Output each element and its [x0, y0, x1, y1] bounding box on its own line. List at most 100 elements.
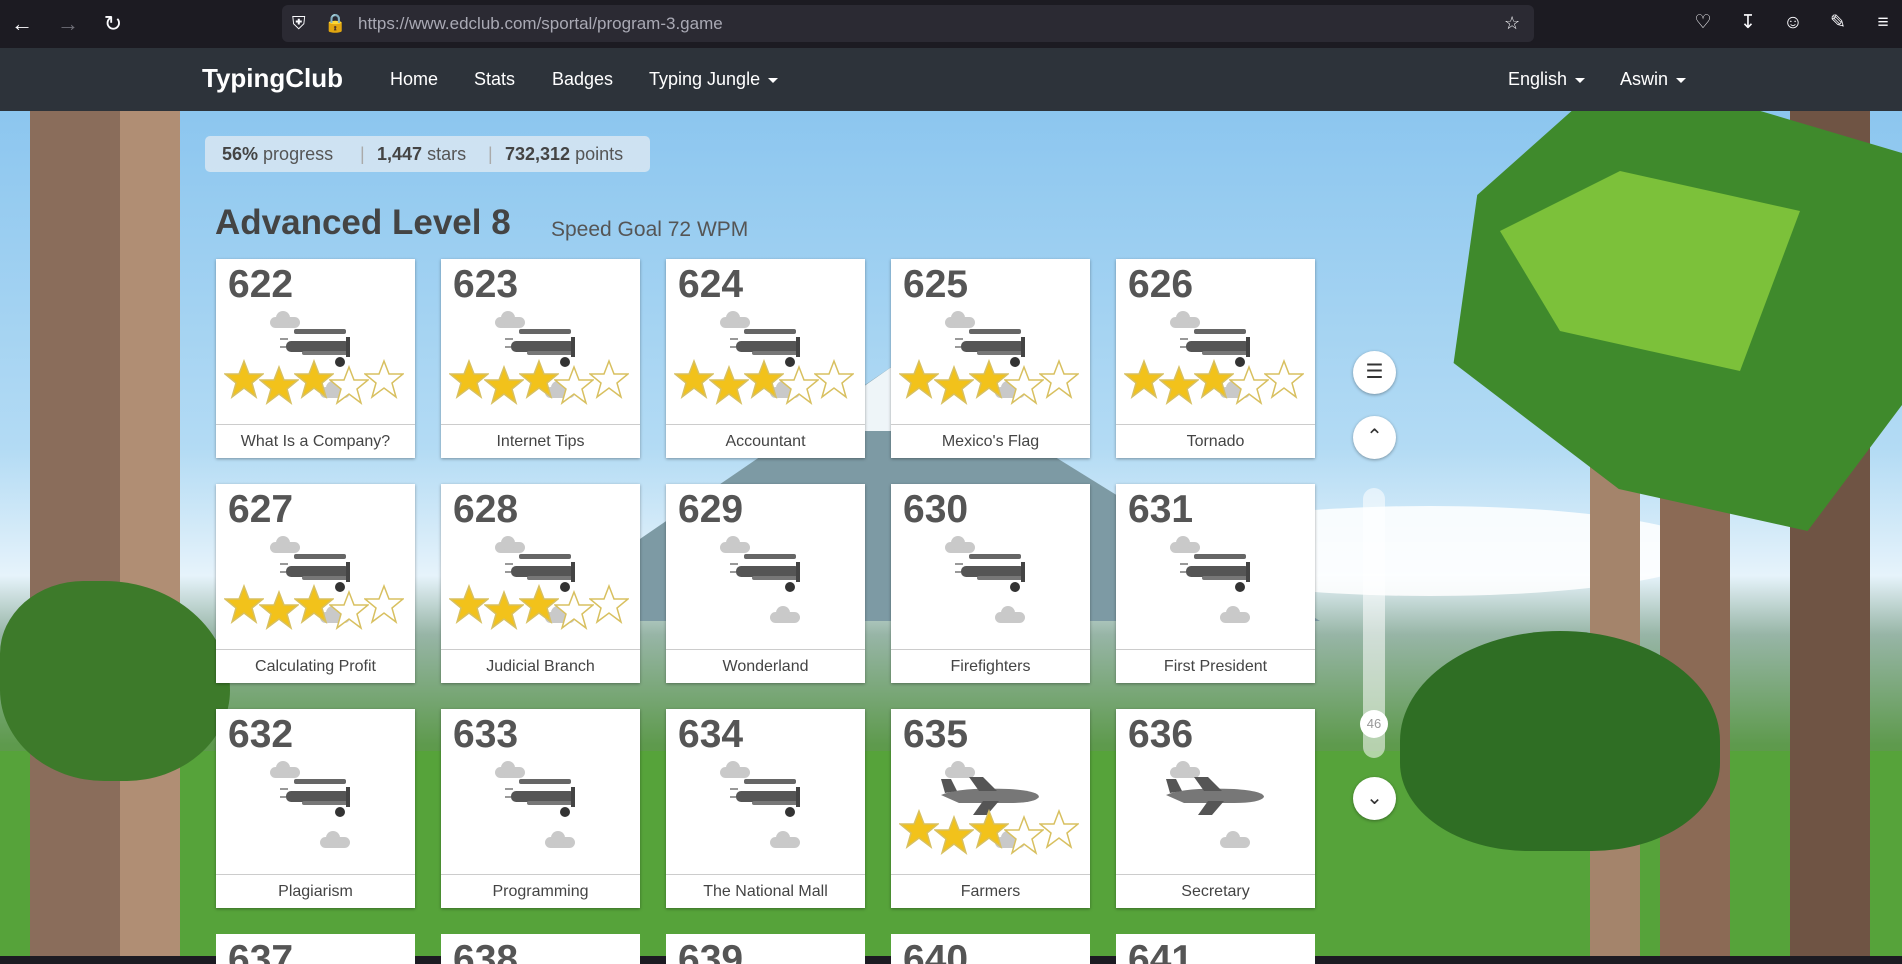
star-empty-icon	[1037, 808, 1081, 849]
star-empty-icon	[1002, 364, 1046, 405]
lesson-name: Accountant	[666, 424, 865, 458]
user-dropdown[interactable]: Aswin	[1620, 69, 1687, 90]
biplane-icon	[730, 550, 808, 594]
star-empty-icon	[812, 358, 856, 399]
star-empty-icon	[327, 589, 371, 630]
star-empty-icon	[1037, 358, 1081, 399]
progress-label: progress	[263, 144, 334, 164]
divider: |	[488, 144, 493, 164]
bookmark-star-icon[interactable]: ☆	[1504, 13, 1520, 34]
url-text[interactable]: https://www.edclub.com/sportal/program-3…	[358, 14, 723, 34]
brand-logo[interactable]: TypingClub	[202, 63, 343, 94]
address-bar[interactable]: ⛨ 🔒 https://www.edclub.com/sportal/progr…	[282, 5, 1534, 42]
lesson-card[interactable]: 629 Wonderland	[666, 484, 865, 683]
language-dropdown[interactable]: English	[1508, 69, 1586, 90]
lesson-card[interactable]: 631 First President	[1116, 484, 1315, 683]
lesson-name: Farmers	[891, 874, 1090, 908]
lesson-name: Wonderland	[666, 649, 865, 683]
lesson-number: 635	[903, 713, 969, 756]
star-filled-icon	[707, 364, 751, 405]
star-filled-icon	[1157, 364, 1201, 405]
back-arrow-icon[interactable]: ←	[8, 10, 36, 38]
lock-icon[interactable]: 🔒	[324, 13, 346, 34]
star-filled-icon	[447, 583, 491, 624]
lesson-card[interactable]: 640	[891, 934, 1090, 964]
lesson-card[interactable]: 637	[216, 934, 415, 964]
lesson-card[interactable]: 635 Farmers	[891, 709, 1090, 908]
star-empty-icon	[327, 364, 371, 405]
lesson-card[interactable]: 624 Accountant	[666, 259, 865, 458]
lesson-name: Firefighters	[891, 649, 1090, 683]
points-label: points	[575, 144, 624, 164]
lesson-number: 628	[453, 488, 519, 531]
lesson-card[interactable]: 633 Programming	[441, 709, 640, 908]
lesson-card[interactable]: 632 Plagiarism	[216, 709, 415, 908]
biplane-icon	[505, 775, 583, 819]
lesson-card[interactable]: 623 Internet Tips	[441, 259, 640, 458]
lesson-card[interactable]: 641	[1116, 934, 1315, 964]
scroll-down-button[interactable]: ⌄	[1353, 777, 1396, 820]
tree-trunk-left-2	[120, 111, 180, 956]
shield-icon[interactable]: ⛨	[292, 13, 306, 34]
cloud-icon	[995, 606, 1025, 623]
forward-arrow-icon[interactable]: →	[54, 10, 82, 38]
extensions-icon[interactable]: ✎	[1825, 10, 1851, 36]
lesson-card[interactable]: 628 Judicial Branch	[441, 484, 640, 683]
lesson-name: Secretary	[1116, 874, 1315, 908]
cloud-icon	[770, 831, 800, 848]
lesson-number: 627	[228, 488, 294, 531]
nav-stats[interactable]: Stats	[474, 69, 515, 90]
lesson-card[interactable]: 634 The National Mall	[666, 709, 865, 908]
menu-list-button[interactable]: ☰	[1353, 351, 1396, 394]
lesson-number: 632	[228, 713, 294, 756]
star-filled-icon	[447, 358, 491, 399]
star-filled-icon	[292, 583, 336, 624]
download-icon[interactable]: ↧	[1735, 10, 1761, 36]
star-filled-icon	[257, 364, 301, 405]
star-rating	[897, 358, 1085, 405]
nav-home[interactable]: Home	[390, 69, 438, 90]
cloud-icon	[1220, 831, 1250, 848]
lesson-name: What Is a Company?	[216, 424, 415, 458]
lesson-number: 633	[453, 713, 519, 756]
scroll-up-button[interactable]: ⌃	[1353, 416, 1396, 459]
lesson-card[interactable]: 638	[441, 934, 640, 964]
lesson-card[interactable]: 626 Tornado	[1116, 259, 1315, 458]
app-navbar: TypingClub Home Stats Badges Typing Jung…	[0, 48, 1902, 111]
lesson-card[interactable]: 625 Mexico's Flag	[891, 259, 1090, 458]
biplane-icon	[730, 775, 808, 819]
pocket-icon[interactable]: ♡	[1690, 10, 1716, 36]
lesson-card[interactable]: 622 What Is a Company?	[216, 259, 415, 458]
star-empty-icon	[1227, 364, 1271, 405]
nav-typing-jungle-dropdown[interactable]: Typing Jungle	[649, 69, 779, 90]
bush-right	[1400, 631, 1720, 851]
stars-label: stars	[427, 144, 467, 164]
chevron-down-icon	[1676, 77, 1687, 83]
star-rating	[672, 358, 860, 405]
account-icon[interactable]: ☺	[1780, 10, 1806, 36]
lesson-number: 622	[228, 263, 294, 306]
browser-toolbar: ← → ↻ ⛨ 🔒 https://www.edclub.com/sportal…	[0, 0, 1902, 48]
lesson-card[interactable]: 630 Firefighters	[891, 484, 1090, 683]
star-empty-icon	[362, 358, 406, 399]
lesson-number: 631	[1128, 488, 1194, 531]
chevron-down-icon	[1575, 77, 1586, 83]
language-label: English	[1508, 69, 1568, 89]
reload-icon[interactable]: ↻	[99, 10, 127, 38]
nav-badges[interactable]: Badges	[552, 69, 613, 90]
star-rating	[222, 583, 410, 630]
lesson-name: First President	[1116, 649, 1315, 683]
lesson-card[interactable]: 627 Calculating Profit	[216, 484, 415, 683]
biplane-icon	[280, 775, 358, 819]
lesson-card[interactable]: 636 Secretary	[1116, 709, 1315, 908]
star-filled-icon	[932, 364, 976, 405]
lesson-number: 626	[1128, 263, 1194, 306]
menu-icon[interactable]: ≡	[1870, 10, 1896, 36]
star-filled-icon	[222, 583, 266, 624]
lesson-number: 624	[678, 263, 744, 306]
jet-plane-icon	[1164, 773, 1266, 817]
scroll-thumb[interactable]: 46	[1360, 710, 1388, 738]
star-filled-icon	[967, 808, 1011, 849]
star-rating	[447, 358, 635, 405]
lesson-card[interactable]: 639	[666, 934, 865, 964]
